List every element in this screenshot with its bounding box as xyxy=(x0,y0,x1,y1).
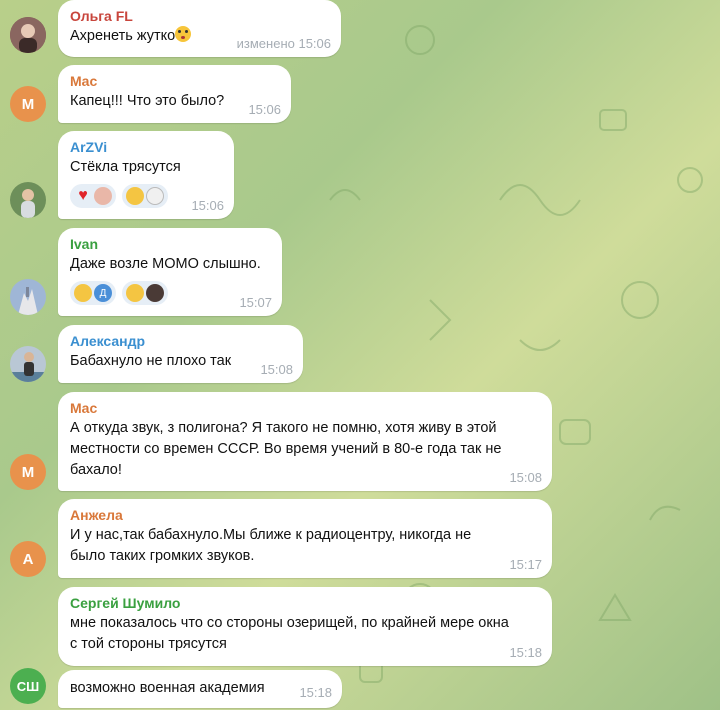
message-time: 15:06 xyxy=(191,198,224,213)
red-heart-icon: ♥ xyxy=(78,187,88,204)
thumbs-up-icon xyxy=(74,284,92,302)
sender-name[interactable]: Mac xyxy=(70,398,540,418)
screaming-face-icon xyxy=(126,187,144,205)
message-bubble: Ivan Даже возле МОМО слышно. Д 15:07 xyxy=(58,228,282,316)
user-photo-icon xyxy=(10,182,46,218)
avatar-initials: СШ xyxy=(16,678,40,694)
message-bubble: Ольга FL Ахренеть жутко изменено 15:06 xyxy=(58,0,341,57)
message-time: 15:08 xyxy=(509,470,542,485)
user-photo-icon xyxy=(10,17,46,53)
message-text: возможно военная академия xyxy=(70,680,265,696)
reaction-heart[interactable]: ♥ xyxy=(70,184,116,208)
message-bubble: ArZVi Стёкла трясутся ♥ 15:06 xyxy=(58,131,234,219)
message-time: 15:17 xyxy=(509,557,542,572)
flushed-face-icon xyxy=(175,26,192,42)
avatar[interactable]: СШ xyxy=(10,668,46,704)
message-bubble: Mac Капец!!! Что это было? 15:06 xyxy=(58,65,291,123)
message-text: А откуда звук, з полигона? Я такого не п… xyxy=(70,420,502,478)
avatar[interactable]: M xyxy=(10,454,46,490)
reactor-avatar xyxy=(146,284,164,302)
avatar[interactable]: A xyxy=(10,541,46,577)
message-bubble: Александр Бабахнуло не плохо так 15:08 xyxy=(58,325,303,383)
sender-name[interactable]: ArZVi xyxy=(70,137,222,157)
message-time: 15:07 xyxy=(239,295,272,310)
reactor-avatar xyxy=(146,187,164,205)
sender-name[interactable]: Сергей Шумило xyxy=(70,593,540,613)
reaction-thumbs-up[interactable]: Д xyxy=(70,281,116,305)
message-bubble: Сергей Шумило мне показалось что со стор… xyxy=(58,587,552,666)
reactor-avatar xyxy=(94,187,112,205)
message-text: И у нас,так бабахнуло.Мы ближе к радиоце… xyxy=(70,527,472,564)
message-text: Ахренеть жутко xyxy=(70,28,176,44)
user-photo-icon xyxy=(10,279,46,315)
sender-name[interactable]: Ольга FL xyxy=(70,6,329,26)
avatar[interactable] xyxy=(10,17,46,53)
message-text: Даже возле МОМО слышно. xyxy=(70,256,261,272)
screaming-face-icon xyxy=(126,284,144,302)
message-text: Бабахнуло не плохо так xyxy=(70,353,232,369)
message-time: 15:18 xyxy=(299,685,332,700)
reactor-avatar-d: Д xyxy=(94,284,112,302)
avatar[interactable] xyxy=(10,182,46,218)
user-photo-icon xyxy=(10,346,46,382)
message-bubble: Mac А откуда звук, з полигона? Я такого … xyxy=(58,392,552,491)
sender-name[interactable]: Александр xyxy=(70,331,291,351)
message-bubble: Анжела И у нас,так бабахнуло.Мы ближе к … xyxy=(58,499,552,578)
avatar-initials: M xyxy=(21,463,35,481)
avatar[interactable] xyxy=(10,279,46,315)
sender-name[interactable]: Ivan xyxy=(70,234,270,254)
sender-name[interactable]: Анжела xyxy=(70,505,540,525)
message-text: мне показалось что со стороны озерищей, … xyxy=(70,615,509,652)
avatar-initials: M xyxy=(21,95,35,113)
reaction-scream[interactable] xyxy=(122,184,168,208)
sender-name[interactable]: Mac xyxy=(70,71,279,91)
message-text: Стёкла трясутся xyxy=(70,159,181,175)
message-bubble: возможно военная академия 15:18 xyxy=(58,670,342,708)
avatar[interactable]: M xyxy=(10,86,46,122)
avatar-initials: A xyxy=(22,550,34,568)
message-time: 15:08 xyxy=(260,362,293,377)
message-time: изменено 15:06 xyxy=(236,36,331,51)
message-time: 15:18 xyxy=(509,645,542,660)
message-time: 15:06 xyxy=(248,102,281,117)
avatar[interactable] xyxy=(10,346,46,382)
reaction-scream[interactable] xyxy=(122,281,168,305)
